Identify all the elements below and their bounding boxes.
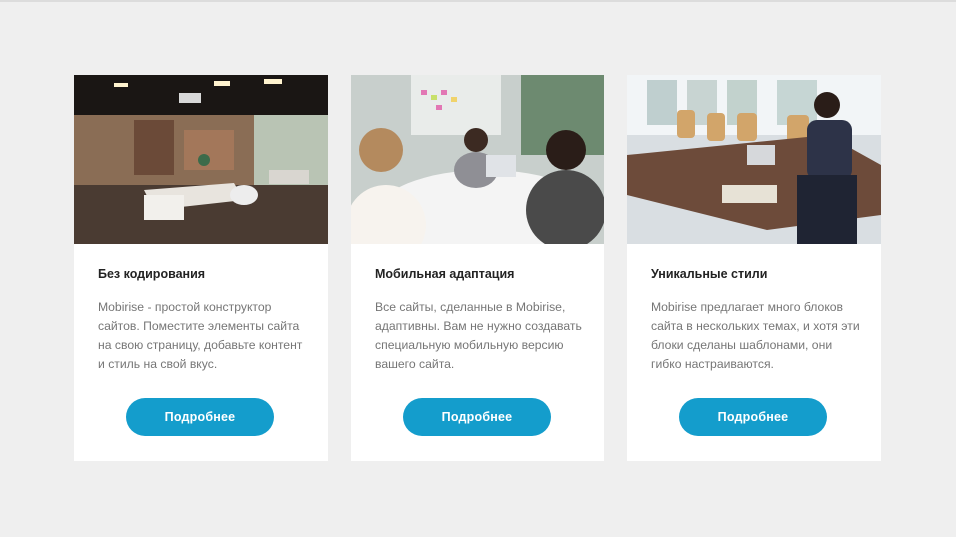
card-title: Мобильная адаптация [375, 267, 515, 281]
more-button[interactable]: Подробнее [403, 398, 551, 436]
card-description: Все сайты, сделанные в Mobirise, адаптив… [375, 300, 582, 371]
card-title: Без кодирования [98, 267, 206, 281]
more-button[interactable]: Подробнее [126, 398, 274, 436]
conference-room-photo [627, 75, 881, 244]
feature-card-mobile: Мобильная адаптация Все сайты, сделанные… [351, 75, 604, 461]
more-button[interactable]: Подробнее [679, 398, 827, 436]
office-workspace-photo [74, 75, 328, 244]
feature-card-no-coding: Без кодирования Mobirise - простой конст… [74, 75, 328, 461]
feature-card-styles: Уникальные стили Mobirise предлагает мно… [627, 75, 881, 461]
card-description: Mobirise предлагает много блоков сайта в… [651, 300, 860, 371]
top-divider [0, 0, 956, 2]
features-section: Без кодирования Mobirise - простой конст… [74, 75, 881, 461]
card-title: Уникальные стили [651, 267, 768, 281]
team-meeting-photo [351, 75, 604, 244]
card-description: Mobirise - простой конструктор сайтов. П… [98, 300, 303, 371]
